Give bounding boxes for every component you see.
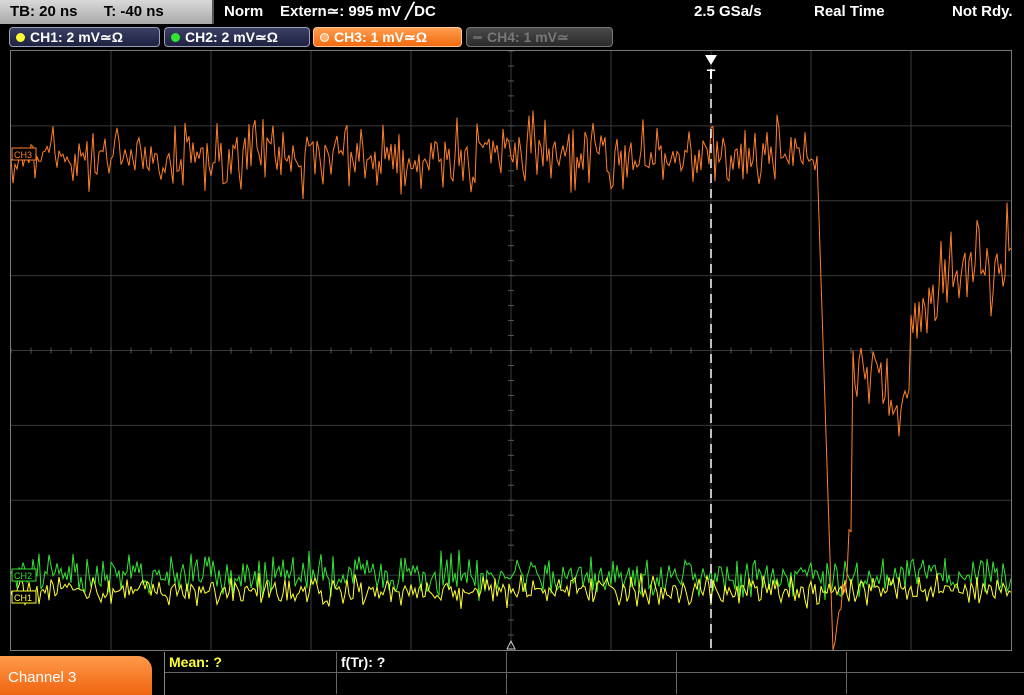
acquisition-status: Not Rdy.: [952, 3, 1013, 20]
waveform-svg: T CH3 CH2 CH1: [11, 51, 1011, 650]
trigger-mode[interactable]: Norm: [224, 0, 263, 24]
measurement-slot-5[interactable]: [847, 652, 1024, 673]
trigger-source[interactable]: Extern≃: 995 mV ╱DC: [280, 0, 436, 24]
ch2-dot-icon: [171, 33, 180, 42]
ch3-marker-label: CH3: [14, 150, 32, 160]
timebase-value: TB: 20 ns: [10, 3, 78, 20]
ch2-marker-label: CH2: [14, 571, 32, 581]
channel-tabs: CH1: 2 mV≃Ω CH2: 2 mV≃Ω CH3: 1 mV≃Ω CH4:…: [0, 26, 1024, 48]
acquisition-mode: Real Time: [814, 3, 885, 20]
waveform-display[interactable]: T CH3 CH2 CH1: [10, 50, 1012, 651]
ch1-marker-label: CH1: [14, 593, 32, 603]
tab-ch1[interactable]: CH1: 2 mV≃Ω: [9, 27, 160, 47]
measurement-rise-freq[interactable]: f(Tr): ?: [337, 652, 507, 673]
bottom-bar: Channel 3 Mean: ? f(Tr): ?: [0, 652, 1024, 695]
tab-ch1-label: CH1: 2 mV≃Ω: [30, 29, 123, 45]
ch2-level-marker[interactable]: CH2: [11, 568, 37, 582]
measurement-table: Mean: ? f(Tr): ?: [164, 652, 1024, 695]
tab-ch3-label: CH3: 1 mV≃Ω: [334, 29, 427, 45]
tab-ch2-label: CH2: 2 mV≃Ω: [185, 29, 278, 45]
measurement-mean[interactable]: Mean: ?: [165, 652, 337, 673]
measurement-slot-4[interactable]: [677, 652, 847, 673]
measurement-slot-6[interactable]: [165, 673, 337, 694]
measurement-slot-9[interactable]: [677, 673, 847, 694]
ch3-level-marker[interactable]: CH3: [11, 147, 37, 161]
measurement-slot-7[interactable]: [337, 673, 507, 694]
tab-ch2[interactable]: CH2: 2 mV≃Ω: [164, 27, 310, 47]
ch1-level-marker[interactable]: CH1: [11, 590, 37, 604]
trigger-arrow-icon[interactable]: [705, 55, 717, 65]
active-channel-tab[interactable]: Channel 3: [0, 656, 152, 695]
ch4-off-icon: [473, 36, 482, 39]
status-bar: TB: 20 ns T: -40 ns Norm Extern≃: 995 mV…: [0, 0, 1024, 24]
trigger-label: T: [707, 66, 716, 82]
ch1-dot-icon: [16, 33, 25, 42]
measurement-slot-8[interactable]: [507, 673, 677, 694]
timebase-box[interactable]: TB: 20 ns T: -40 ns: [0, 0, 214, 24]
tab-ch4-label: CH4: 1 mV≃: [487, 29, 569, 45]
tab-ch4[interactable]: CH4: 1 mV≃: [466, 27, 613, 47]
tab-ch3[interactable]: CH3: 1 mV≃Ω: [313, 27, 462, 47]
ch3-dot-icon: [320, 33, 329, 42]
sample-rate: 2.5 GSa/s: [694, 3, 762, 20]
time-offset-value: T: -40 ns: [103, 3, 164, 20]
measurement-slot-10[interactable]: [847, 673, 1024, 694]
measurement-slot-3[interactable]: [507, 652, 677, 673]
